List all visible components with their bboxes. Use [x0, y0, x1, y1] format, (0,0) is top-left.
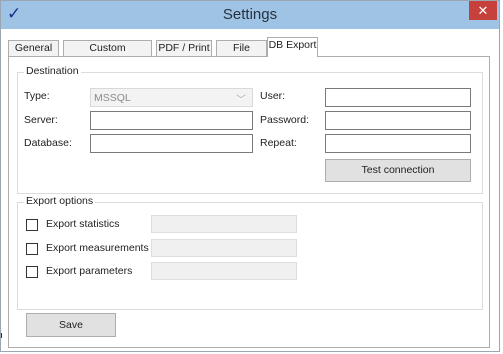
database-input[interactable] [91, 135, 252, 152]
tab-file-export[interactable]: File Export [216, 40, 267, 69]
export-options-group: Export options Export statistics Export … [17, 195, 483, 310]
password-field[interactable] [325, 111, 471, 130]
tab-general[interactable]: General [8, 40, 59, 56]
chevron-down-icon: ﹀ [236, 95, 246, 106]
export-statistics-checkbox[interactable] [26, 219, 38, 231]
export-measurements-checkbox[interactable] [26, 243, 38, 255]
password-input[interactable] [326, 112, 470, 129]
test-connection-button[interactable]: Test connection [325, 159, 471, 182]
export-statistics-label[interactable]: Export statistics [46, 218, 120, 230]
tab-pdf-print[interactable]: PDF / Print [156, 40, 212, 56]
export-parameters-label[interactable]: Export parameters [46, 265, 132, 277]
export-options-legend: Export options [24, 195, 96, 207]
export-parameters-checkbox[interactable] [26, 266, 38, 278]
user-field[interactable] [325, 88, 471, 107]
repeat-input[interactable] [326, 135, 470, 152]
tab-custom-parameters[interactable]: Custom parameters [63, 40, 152, 69]
user-label: User: [260, 90, 286, 102]
destination-legend: Destination [24, 65, 81, 77]
window-title: Settings [222, 6, 278, 23]
destination-group: Destination Type: MSSQL ﹀ Server: Databa… [17, 65, 483, 194]
db-export-panel: Destination Type: MSSQL ﹀ Server: Databa… [8, 56, 490, 348]
repeat-label: Repeat: [260, 137, 297, 149]
password-label: Password: [260, 114, 310, 126]
tab-db-export[interactable]: DB Export [267, 37, 318, 57]
export-measurements-label[interactable]: Export measurements [46, 242, 149, 254]
export-statistics-field [151, 215, 297, 233]
type-select[interactable]: MSSQL ﹀ [90, 88, 253, 107]
close-button[interactable]: ✕ [469, 1, 497, 20]
server-label: Server: [24, 114, 58, 126]
server-input[interactable] [91, 112, 252, 129]
title-bar[interactable]: ✓ Settings ✕ [1, 1, 499, 29]
type-value: MSSQL [94, 92, 131, 104]
database-field[interactable] [90, 134, 253, 153]
close-icon: ✕ [477, 3, 489, 18]
database-label: Database: [24, 137, 72, 149]
type-label: Type: [24, 90, 50, 102]
export-measurements-field [151, 239, 297, 257]
edge-mark [1, 333, 2, 338]
save-button[interactable]: Save [26, 313, 116, 337]
export-parameters-field [151, 262, 297, 280]
server-field[interactable] [90, 111, 253, 130]
user-input[interactable] [326, 89, 470, 106]
settings-window: ✓ Settings ✕ General Custom parameters P… [0, 0, 500, 352]
repeat-field[interactable] [325, 134, 471, 153]
